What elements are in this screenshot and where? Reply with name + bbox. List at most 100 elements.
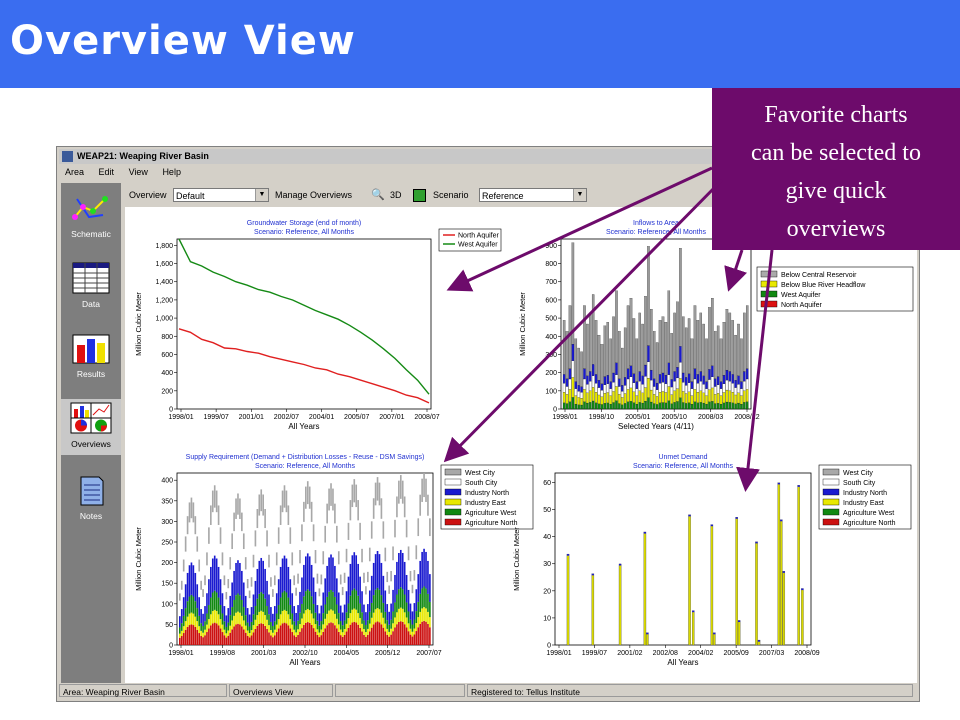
x-tick-label: 1999/07 [582, 650, 607, 657]
bar-segment [427, 560, 429, 594]
zoom-icon[interactable]: 🔍 [371, 185, 385, 205]
bar-segment [289, 527, 292, 544]
bar-segment [256, 625, 259, 645]
bar-segment [192, 613, 195, 626]
bar-segment [661, 391, 665, 403]
bar-segment [405, 519, 408, 538]
bar-segment [179, 627, 181, 634]
bar-segment [260, 511, 263, 558]
bar-segment [664, 392, 668, 404]
x-tick-label: 2004/05 [334, 650, 359, 657]
bar-segment [206, 552, 208, 566]
bar-segment [310, 501, 313, 522]
bar-segment [621, 404, 624, 410]
bar-segment [359, 522, 361, 540]
bar-segment [330, 590, 332, 610]
chart-title: Supply Requirement (Demand + Distributio… [186, 454, 425, 461]
bar-segment [670, 403, 673, 410]
menu-area[interactable]: Area [65, 167, 84, 177]
bar-segment [429, 574, 431, 602]
bar-segment [401, 621, 404, 645]
bar-segment [196, 629, 199, 645]
bar-segment [256, 568, 259, 599]
bar-segment [693, 389, 697, 402]
three-d-button[interactable]: 3D [390, 185, 402, 205]
bar-segment [580, 392, 583, 399]
bar-segment [398, 480, 400, 504]
manage-overviews-button[interactable]: Manage Overviews [275, 185, 352, 205]
bar-segment [597, 403, 601, 410]
bar-cap [646, 632, 649, 635]
y-tick-label: 100 [161, 601, 173, 608]
bar-segment [368, 611, 371, 624]
bar-segment [239, 562, 241, 596]
bar-segment [731, 392, 734, 403]
bar-segment [429, 518, 431, 537]
bar-segment [382, 602, 385, 618]
bar-cap [566, 554, 570, 556]
bar-segment [626, 305, 630, 369]
bar-segment [221, 632, 224, 645]
sidebar-label-schematic: Schematic [71, 229, 111, 239]
sidebar-item-notes[interactable]: Notes [61, 473, 121, 521]
bar-segment [264, 528, 266, 569]
bar-segment [427, 593, 429, 612]
bar-segment [305, 622, 307, 645]
bar-segment [670, 379, 673, 388]
bar-segment [641, 402, 644, 410]
chevron-down-icon: ▼ [573, 189, 586, 201]
bar-segment [287, 566, 290, 598]
bar-segment [394, 537, 396, 575]
bar-segment [179, 600, 181, 617]
legend-label: West Aquifer [458, 242, 498, 249]
bar-segment [242, 620, 245, 630]
sidebar-item-results[interactable]: Results [61, 331, 121, 379]
bar-segment [332, 591, 334, 611]
bar-segment [392, 589, 394, 612]
bar-segment [696, 392, 700, 403]
bar-segment [609, 403, 612, 410]
menu-view[interactable]: View [129, 167, 148, 177]
bar-segment [308, 508, 311, 557]
bar-segment [223, 629, 226, 636]
x-tick-label: 2004/01 [309, 414, 334, 421]
bar-segment [380, 595, 383, 613]
bar-segment [708, 389, 711, 402]
bar-segment [322, 631, 325, 645]
bar-segment [262, 611, 264, 624]
bar-segment [279, 614, 282, 626]
bar-segment [661, 316, 665, 374]
bar-segment [312, 628, 315, 645]
bar-segment [198, 571, 201, 598]
bar-segment [326, 503, 328, 524]
bar-segment [357, 520, 359, 564]
legend-label: West Aquifer [781, 292, 821, 299]
bar-segment [291, 552, 294, 566]
sidebar-item-schematic[interactable]: Schematic [61, 191, 121, 239]
bar-segment [347, 576, 350, 604]
bar-segment [405, 574, 408, 603]
sidebar-item-overviews[interactable]: Overviews [61, 399, 121, 455]
bar-segment [250, 577, 253, 587]
bar-segment [293, 629, 296, 636]
sidebar-label-notes: Notes [79, 511, 103, 521]
bar-segment [270, 577, 272, 587]
bar-segment [351, 507, 354, 556]
bar-segment [609, 338, 612, 382]
chart-subtitle: Scenario: Reference, All Months [254, 229, 354, 236]
menu-help[interactable]: Help [162, 167, 181, 177]
bar-cap [710, 524, 713, 527]
bar-segment [231, 607, 233, 621]
table-icon[interactable] [413, 189, 426, 202]
bar-segment [658, 374, 662, 384]
bar-segment [586, 323, 589, 376]
legend-swatch [822, 478, 840, 486]
overview-select[interactable]: Default ▼ [173, 188, 269, 202]
bar-segment [376, 608, 379, 622]
scenario-select[interactable]: Reference ▼ [479, 188, 587, 202]
bar-segment [341, 632, 344, 637]
sidebar-item-data[interactable]: Data [61, 261, 121, 309]
menu-edit[interactable]: Edit [99, 167, 115, 177]
bar-segment [382, 627, 385, 645]
bar-segment [291, 565, 294, 594]
